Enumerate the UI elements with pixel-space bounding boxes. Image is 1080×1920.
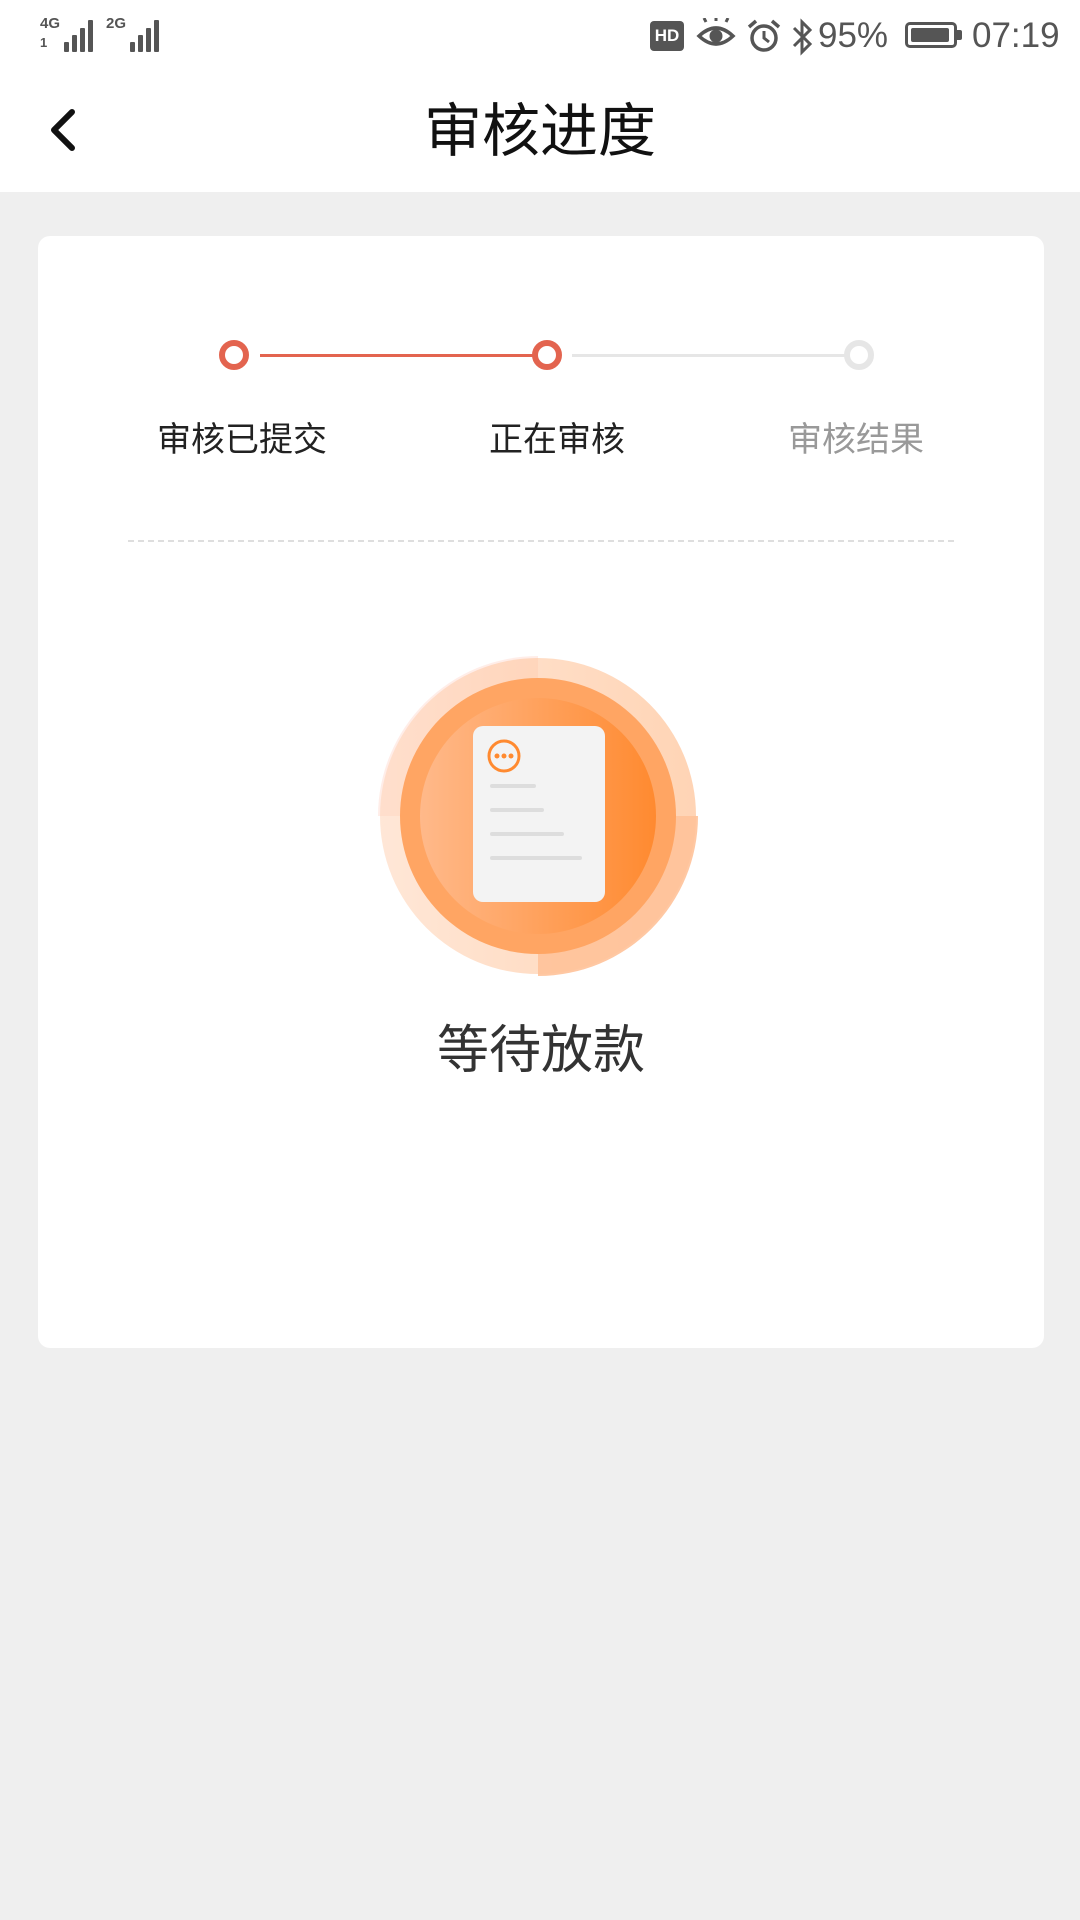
battery-cap [957, 30, 962, 40]
step-label-result: 审核结果 [788, 420, 924, 460]
status-bar: 4G 1 2G HD 95% 07:19 [0, 0, 1080, 72]
network-type-label: 4G [40, 15, 61, 32]
battery-percent: 95% [818, 16, 889, 55]
alarm-icon [747, 19, 781, 52]
step-node-submitted [219, 340, 249, 370]
signal-2g: 2G [106, 14, 164, 54]
step-node-reviewing [532, 340, 562, 370]
network-type-label: 2G [106, 15, 127, 32]
bluetooth-icon [792, 18, 813, 56]
network-sim-label: 1 [40, 35, 48, 50]
section-divider [128, 540, 954, 542]
signal-4g: 4G 1 [40, 14, 98, 54]
status-text: 等待放款 [436, 1021, 645, 1081]
status-right: HD 95% 07:19 [650, 14, 1060, 58]
document-pending-icon [378, 656, 698, 976]
step-label-reviewing: 正在审核 [489, 420, 625, 460]
clock: 07:19 [972, 16, 1060, 55]
signal-bars-icon [130, 16, 164, 52]
step-connector-pending [572, 354, 870, 357]
step-label-submitted: 审核已提交 [157, 420, 327, 460]
hd-badge: HD [650, 21, 684, 51]
step-connector-done [260, 354, 558, 357]
header: 审核进度 [0, 72, 1080, 192]
progress-card: 审核已提交 正在审核 审核结果 等待放款 [38, 236, 1044, 1348]
step-node-result [844, 340, 874, 370]
battery-fill [911, 28, 949, 42]
page-title: 审核进度 [423, 97, 656, 165]
eye-icon [696, 18, 736, 46]
battery-icon [905, 22, 957, 48]
signal-bars-icon [64, 16, 98, 52]
